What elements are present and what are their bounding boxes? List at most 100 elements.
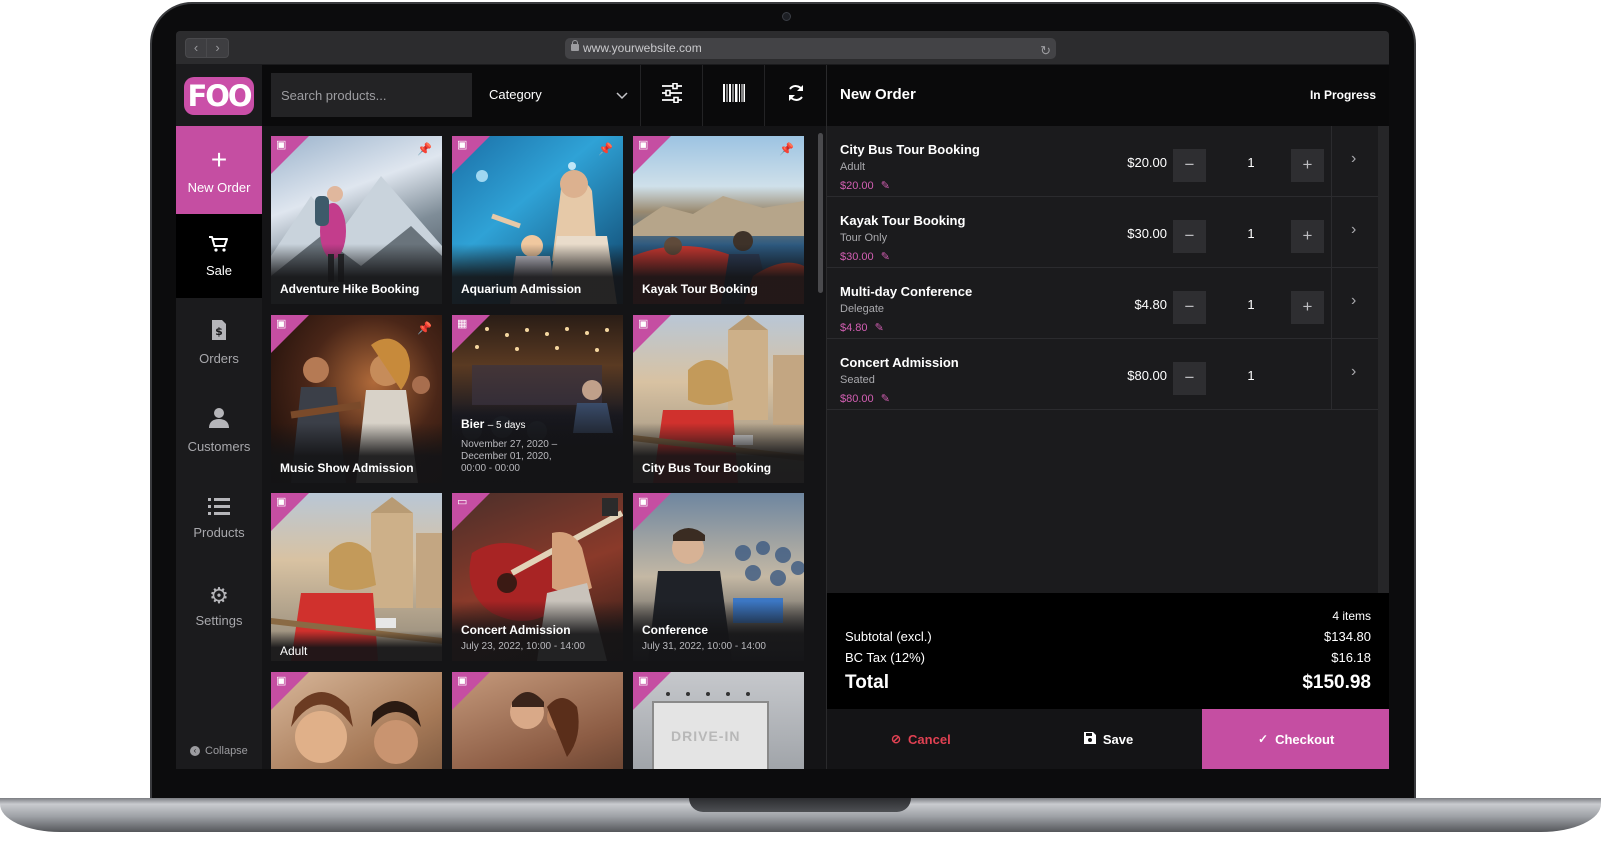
forward-button[interactable]: › xyxy=(207,38,229,58)
decrease-qty-button[interactable]: − xyxy=(1173,220,1206,253)
edit-icon[interactable]: ✎ xyxy=(875,322,884,334)
sidebar-item-label: Sale xyxy=(205,262,233,278)
line-unit-price-block: $4.80 ✎ xyxy=(840,321,884,334)
sidebar-item-orders[interactable]: $ Orders xyxy=(176,298,262,386)
calendar-icon: ▣ xyxy=(276,318,287,330)
product-scrollbar[interactable] xyxy=(818,133,823,293)
edit-icon[interactable]: ✎ xyxy=(881,393,890,405)
product-tile[interactable]: DRIVE-IN ▣ xyxy=(633,672,804,769)
product-time-line: 00:00 - 00:00 xyxy=(461,463,520,474)
product-tile[interactable]: ▣ City Bus Tour Booking xyxy=(633,315,804,483)
reload-icon[interactable]: ↻ xyxy=(1040,40,1051,61)
product-tile[interactable]: ▣ xyxy=(452,672,623,769)
checkout-button[interactable]: ✓ Checkout xyxy=(1202,709,1389,769)
pin-icon[interactable]: 📌 xyxy=(598,142,613,156)
product-tile[interactable]: ▣ 📌 Music Show Admission xyxy=(271,315,442,483)
product-date: July 23, 2022, 10:00 - 14:00 xyxy=(461,641,585,652)
svg-text:$: $ xyxy=(215,325,223,338)
product-tile[interactable]: ▣ 📌 Aquarium Admission xyxy=(452,136,623,304)
nav-buttons: ‹ › xyxy=(185,38,229,58)
increase-qty-button[interactable]: + xyxy=(1291,220,1324,253)
chevron-down-icon xyxy=(616,73,628,117)
pin-icon[interactable]: 📌 xyxy=(417,142,432,156)
chevron-right-icon[interactable]: › xyxy=(1351,221,1356,239)
line-qty[interactable]: 1 xyxy=(1241,226,1261,241)
decrease-qty-button[interactable]: − xyxy=(1173,291,1206,324)
increase-qty-button[interactable]: + xyxy=(1291,291,1324,324)
chevron-right-icon[interactable]: › xyxy=(1351,150,1356,168)
increase-qty-button[interactable]: + xyxy=(1291,149,1324,182)
calendar-icon: ▣ xyxy=(638,139,649,151)
collapse-button[interactable]: ‹ Collapse xyxy=(190,745,248,757)
product-grid: ▣ 📌 Adventure Hike Booking ▣ 📌 Aquarium … xyxy=(262,126,826,769)
line-unit-price: $80.00 xyxy=(840,393,874,405)
browser-bar: ‹ › www.yourwebsite.com ↻ xyxy=(176,31,1389,65)
order-line[interactable]: City Bus Tour Booking Adult $20.00 ✎ $20… xyxy=(827,126,1378,197)
back-button[interactable]: ‹ xyxy=(185,38,207,58)
product-title-block: Concert Admission July 23, 2022, 10:00 -… xyxy=(461,623,617,653)
sidebar-item-label: Settings xyxy=(195,612,243,628)
sidebar: FOO + New Order Sale $ Orders Customers … xyxy=(176,65,262,769)
calendar-icon: ▣ xyxy=(276,139,287,151)
order-scrollbar[interactable] xyxy=(1378,126,1389,593)
product-tile[interactable]: ▭ Concert Admission July 23, 2022, 10:00… xyxy=(452,493,623,661)
chevron-left-icon: ‹ xyxy=(190,746,200,756)
gear-icon: ⚙ xyxy=(209,582,229,608)
screen: ‹ › www.yourwebsite.com ↻ FOO + New Orde… xyxy=(176,31,1389,769)
line-total: $4.80 xyxy=(1134,297,1167,312)
line-qty[interactable]: 1 xyxy=(1241,297,1261,312)
line-unit-price-block: $20.00 ✎ xyxy=(840,179,890,192)
filter-button[interactable] xyxy=(640,65,702,126)
sidebar-item-customers[interactable]: Customers xyxy=(176,386,262,474)
line-qty[interactable]: 1 xyxy=(1241,155,1261,170)
pin-icon[interactable]: 📌 xyxy=(417,321,432,335)
line-divider xyxy=(1331,126,1332,197)
product-tile[interactable]: ▦ Bier – 5 days November 27, 2020 – Dece… xyxy=(452,315,623,483)
edit-icon[interactable]: ✎ xyxy=(881,251,890,263)
cancel-button[interactable]: ⊘ Cancel xyxy=(827,709,1015,769)
product-title: Adult xyxy=(280,644,308,658)
save-button[interactable]: Save xyxy=(1014,709,1203,769)
category-select[interactable]: Category xyxy=(488,73,628,117)
sliders-icon xyxy=(661,82,683,108)
product-tile[interactable]: ▣ 📌 Adventure Hike Booking xyxy=(271,136,442,304)
product-title: Conference xyxy=(642,623,709,637)
order-status: In Progress xyxy=(1309,88,1376,102)
subtotal-label: Subtotal (excl.) xyxy=(845,629,932,644)
product-title: Aquarium Admission xyxy=(461,282,582,296)
search-input[interactable] xyxy=(271,73,472,117)
order-line[interactable]: Multi-day Conference Delegate $4.80 ✎ $4… xyxy=(827,268,1378,339)
chevron-right-icon[interactable]: › xyxy=(1351,363,1356,381)
sidebar-item-sale[interactable]: Sale xyxy=(176,214,262,298)
address-bar[interactable]: www.yourwebsite.com ↻ xyxy=(565,38,1056,59)
lock-icon xyxy=(571,40,579,51)
sidebar-item-products[interactable]: Products xyxy=(176,474,262,562)
product-tile[interactable]: ▣ Conference July 31, 2022, 10:00 - 14:0… xyxy=(633,493,804,661)
sidebar-item-label: Customers xyxy=(187,438,251,454)
line-divider xyxy=(1331,197,1332,268)
tax-label: BC Tax (12%) xyxy=(845,650,925,665)
checkout-label: Checkout xyxy=(1275,731,1335,747)
line-variant: Seated xyxy=(840,374,875,386)
decrease-qty-button[interactable]: − xyxy=(1173,362,1206,395)
chevron-right-icon[interactable]: › xyxy=(1351,292,1356,310)
category-label: Category xyxy=(489,87,542,102)
sidebar-item-settings[interactable]: ⚙ Settings xyxy=(176,562,262,650)
calendar-icon: ▣ xyxy=(638,318,649,330)
line-variant: Tour Only xyxy=(840,232,888,244)
order-line[interactable]: Kayak Tour Booking Tour Only $30.00 ✎ $3… xyxy=(827,197,1378,268)
edit-icon[interactable]: ✎ xyxy=(881,180,890,192)
order-line[interactable]: Concert Admission Seated $80.00 ✎ $80.00… xyxy=(827,339,1378,410)
product-tile[interactable]: ▣ Adult xyxy=(271,493,442,661)
decrease-qty-button[interactable]: − xyxy=(1173,149,1206,182)
product-tile[interactable]: ▣ 📌 Kayak Tour Booking xyxy=(633,136,804,304)
refresh-button[interactable] xyxy=(764,65,826,126)
line-unit-price: $30.00 xyxy=(840,251,874,263)
line-qty[interactable]: 1 xyxy=(1241,368,1261,383)
product-tile[interactable]: ▣ xyxy=(271,672,442,769)
pin-icon[interactable]: 📌 xyxy=(779,142,794,156)
barcode-button[interactable] xyxy=(702,65,764,126)
user-icon xyxy=(208,407,230,433)
sidebar-item-new-order[interactable]: + New Order xyxy=(176,126,262,214)
product-date-line: November 27, 2020 – xyxy=(461,439,558,450)
